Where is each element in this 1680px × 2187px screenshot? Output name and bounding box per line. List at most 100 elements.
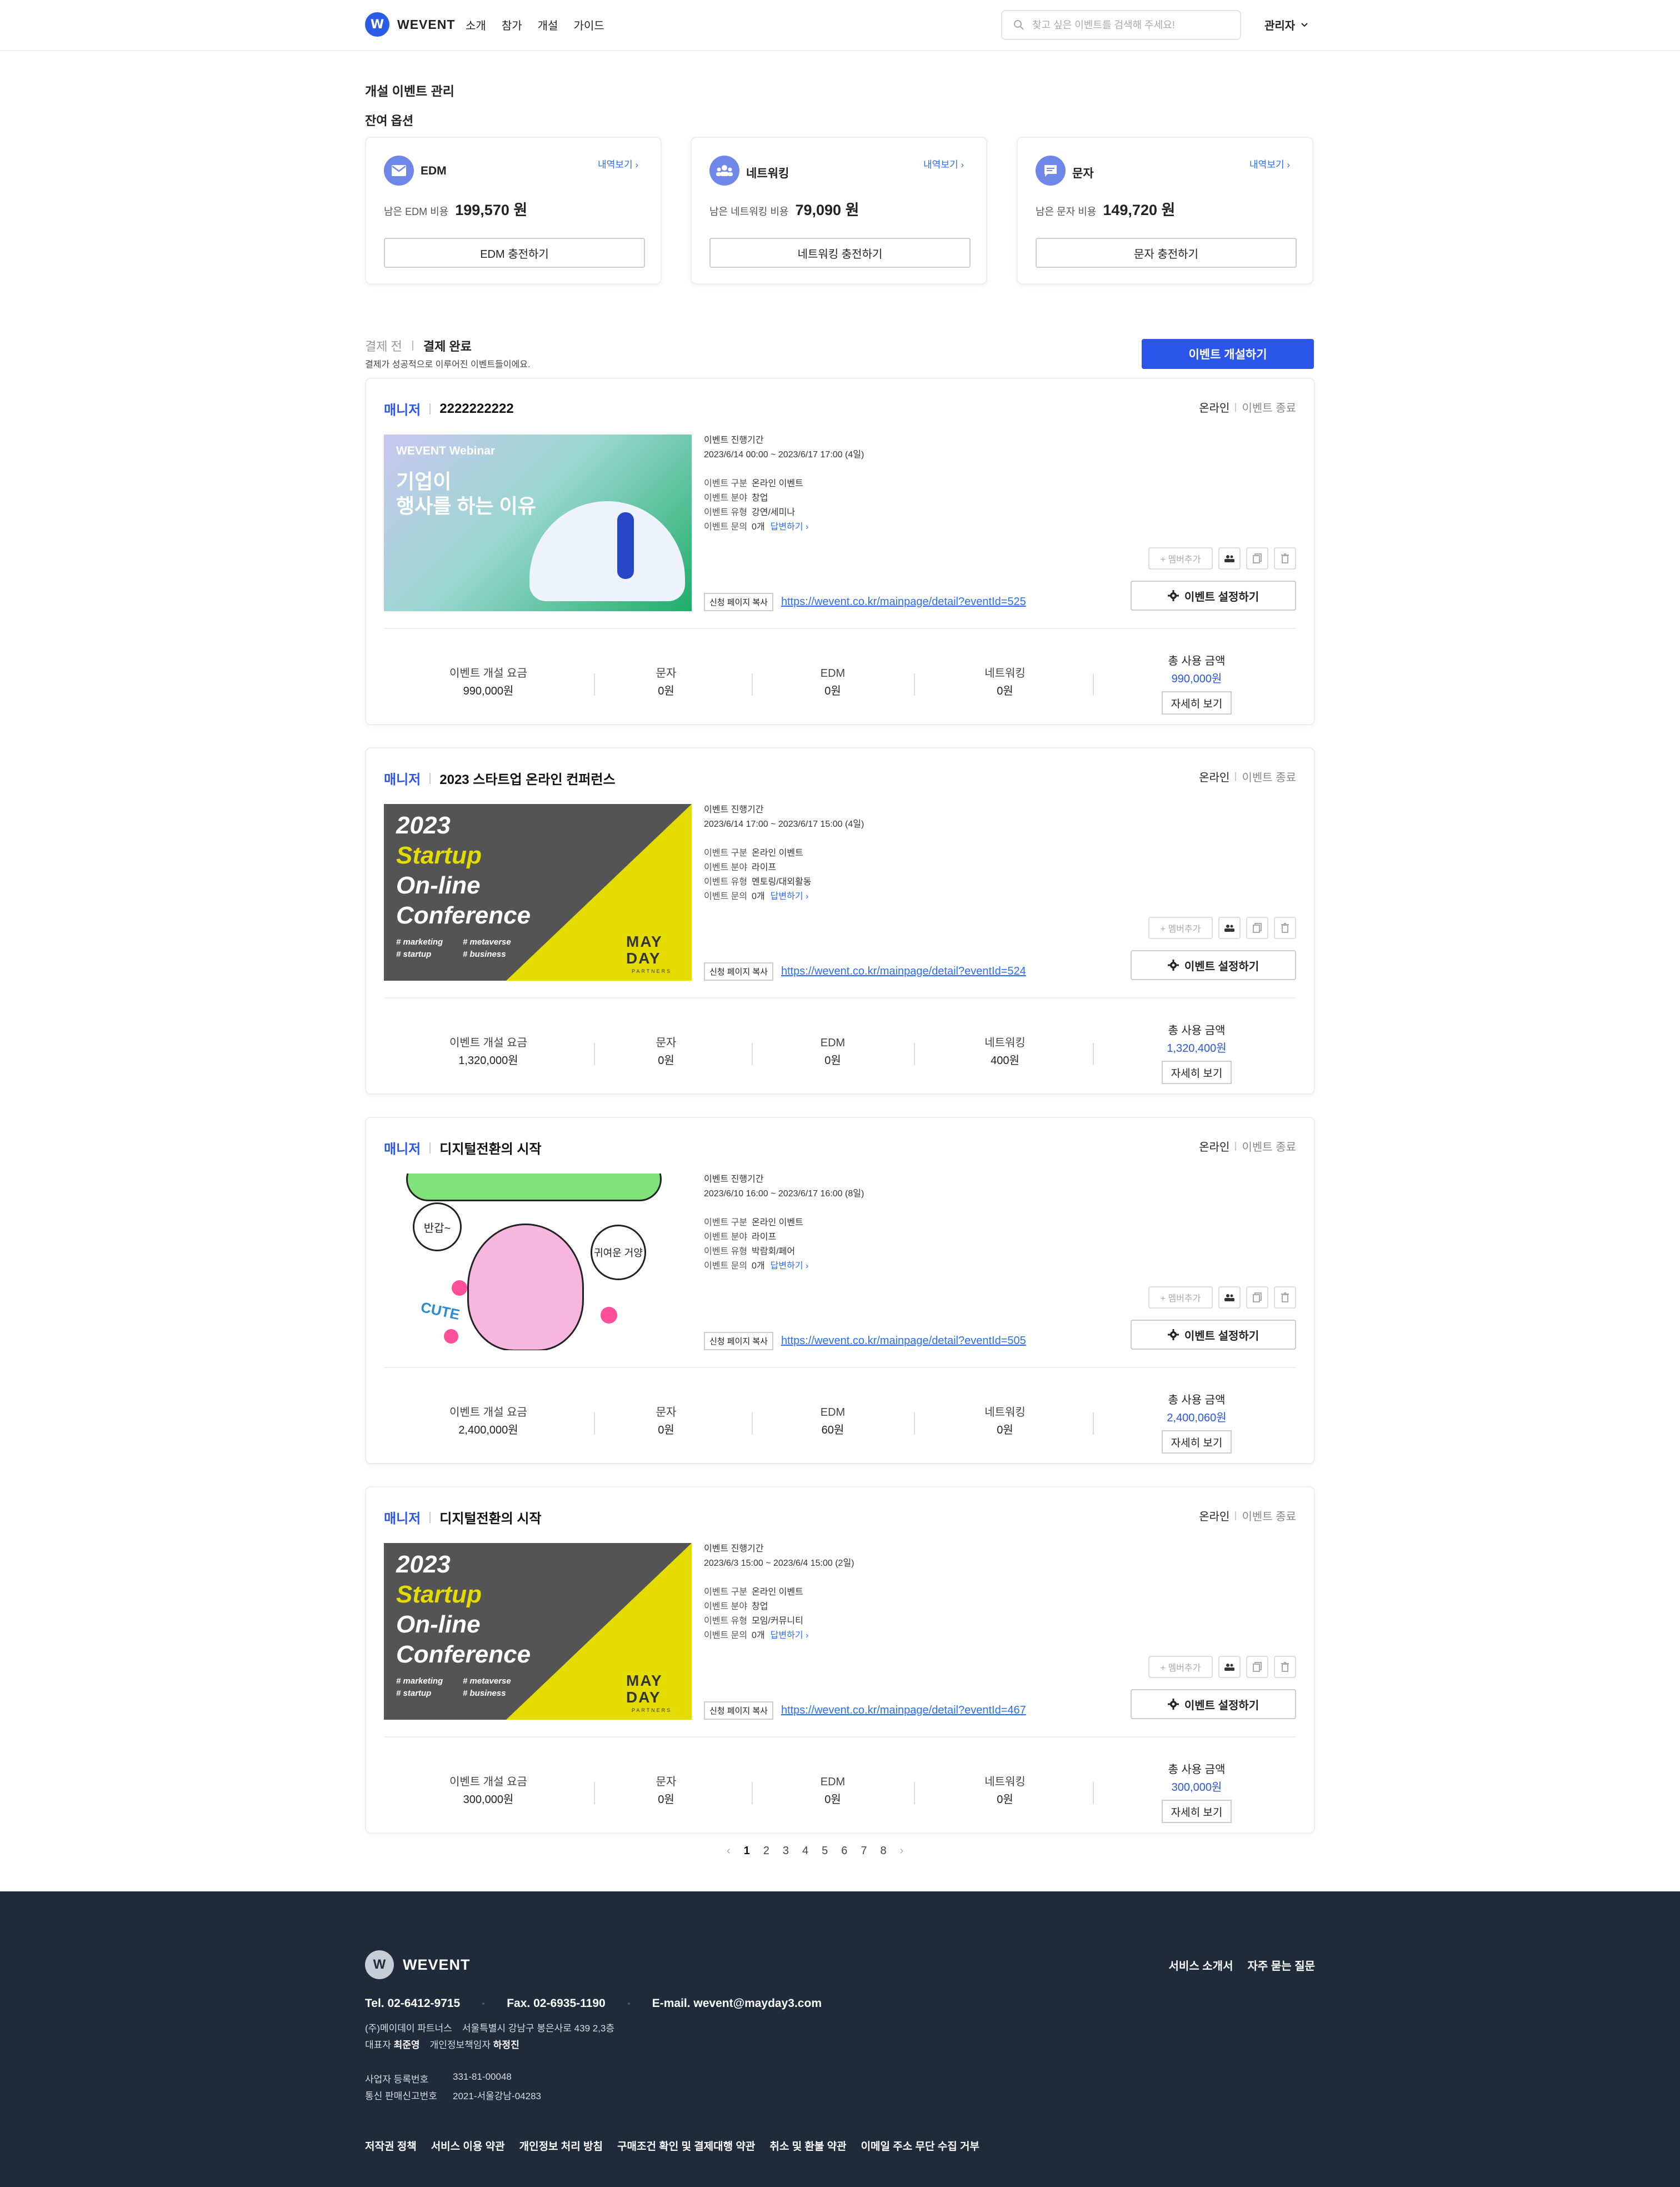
copy-link-button[interactable]: 신청 페이지 복사 bbox=[704, 593, 773, 611]
nav-item-guide[interactable]: 가이드 bbox=[573, 17, 604, 33]
copy-link-button[interactable]: 신청 페이지 복사 bbox=[704, 962, 773, 981]
gear-icon bbox=[1167, 1699, 1179, 1710]
trash-icon[interactable] bbox=[1274, 1286, 1296, 1309]
search-input[interactable] bbox=[1032, 19, 1216, 31]
page-link[interactable]: 3 bbox=[783, 1845, 789, 1858]
add-member-button[interactable]: + 멤버추가 bbox=[1148, 917, 1213, 939]
footer-link-refund[interactable]: 취소 및 환불 약관 bbox=[769, 2138, 846, 2153]
detail-button[interactable]: 자세히 보기 bbox=[1162, 691, 1232, 715]
nav-item-open[interactable]: 개설 bbox=[538, 17, 558, 33]
page-link[interactable]: 8 bbox=[881, 1845, 887, 1858]
event-title[interactable]: 2222222222 bbox=[439, 401, 513, 417]
history-link[interactable]: 내역보기 › bbox=[923, 157, 964, 171]
history-link[interactable]: 내역보기 › bbox=[598, 157, 638, 171]
event-card: 매니저 2023 스타트업 온라인 컨퍼런스 온라인 이벤트 종료 2023 S… bbox=[365, 747, 1315, 1095]
cost-sms: 문자 0원 bbox=[656, 1406, 677, 1436]
event-settings-button[interactable]: 이벤트 설정하기 bbox=[1131, 581, 1296, 611]
page-link[interactable]: 2 bbox=[763, 1845, 769, 1858]
members-icon[interactable] bbox=[1218, 1656, 1241, 1678]
footer-link-purchase-terms[interactable]: 구매조건 확인 및 결제대행 약관 bbox=[617, 2138, 755, 2153]
event-title[interactable]: 디지털전환의 시작 bbox=[439, 1507, 541, 1527]
copy-icon[interactable] bbox=[1246, 1286, 1268, 1309]
cost-networking: 네트워킹 0원 bbox=[984, 667, 1026, 697]
answer-link[interactable]: 답변하기 › bbox=[771, 522, 809, 532]
copy-icon[interactable] bbox=[1246, 917, 1268, 939]
cost-fee: 이벤트 개설 요금 2,400,000원 bbox=[449, 1406, 527, 1436]
field-value: 창업 bbox=[752, 493, 768, 503]
total-label: 총 사용 금액 bbox=[1168, 655, 1226, 667]
option-card-networking: 네트워킹 내역보기 › 남은 네트워킹 비용 79,090 원 네트워킹 충전하… bbox=[691, 137, 987, 284]
footer-logo[interactable]: W WEVENT bbox=[365, 1950, 471, 1979]
event-settings-button[interactable]: 이벤트 설정하기 bbox=[1131, 1320, 1296, 1350]
event-thumbnail[interactable]: WEVENT Webinar 기업이 행사를 하는 이유 bbox=[384, 435, 692, 611]
option-card-edm: EDM 내역보기 › 남은 EDM 비용 199,570 원 EDM 충전하기 bbox=[365, 137, 662, 284]
footer-link-service-intro[interactable]: 서비스 소개서 bbox=[1169, 1957, 1233, 1973]
message-icon bbox=[1036, 156, 1066, 186]
trash-icon[interactable] bbox=[1274, 1656, 1296, 1678]
members-icon[interactable] bbox=[1218, 917, 1241, 939]
answer-link[interactable]: 답변하기 › bbox=[771, 892, 809, 901]
event-settings-button[interactable]: 이벤트 설정하기 bbox=[1131, 1689, 1296, 1719]
tab-before-payment[interactable]: 결제 전 bbox=[365, 337, 402, 354]
event-thumbnail[interactable]: 반갑~ 귀여운 거양 CUTE bbox=[384, 1174, 692, 1350]
add-member-button[interactable]: + 멤버추가 bbox=[1148, 1656, 1213, 1678]
trash-icon[interactable] bbox=[1274, 917, 1296, 939]
page-link[interactable]: 5 bbox=[822, 1845, 828, 1858]
create-event-button[interactable]: 이벤트 개설하기 bbox=[1142, 339, 1314, 369]
event-settings-label: 이벤트 설정하기 bbox=[1184, 1699, 1259, 1712]
application-link[interactable]: https://wevent.co.kr/mainpage/detail?eve… bbox=[781, 596, 1026, 608]
gear-icon bbox=[1167, 1329, 1179, 1340]
copy-link-button[interactable]: 신청 페이지 복사 bbox=[704, 1701, 773, 1720]
copy-icon[interactable] bbox=[1246, 1656, 1268, 1678]
charge-networking-button[interactable]: 네트워킹 충전하기 bbox=[709, 238, 971, 268]
logo[interactable]: W WEVENT bbox=[365, 12, 455, 37]
footer-link-faq[interactable]: 자주 묻는 질문 bbox=[1247, 1957, 1315, 1973]
charge-edm-button[interactable]: EDM 충전하기 bbox=[384, 238, 645, 268]
footer: W WEVENT 서비스 소개서 자주 묻는 질문 Tel. 02-6412-9… bbox=[0, 1891, 1680, 2187]
members-icon[interactable] bbox=[1218, 547, 1241, 570]
page-link[interactable]: 6 bbox=[841, 1845, 847, 1858]
pagination-next[interactable]: › bbox=[900, 1845, 904, 1858]
event-title[interactable]: 2023 스타트업 온라인 컨퍼런스 bbox=[439, 768, 615, 788]
add-member-button[interactable]: + 멤버추가 bbox=[1148, 547, 1213, 570]
detail-button[interactable]: 자세히 보기 bbox=[1162, 1800, 1232, 1823]
event-settings-button[interactable]: 이벤트 설정하기 bbox=[1131, 950, 1296, 980]
footer-link-email-refusal[interactable]: 이메일 주소 무단 수집 거부 bbox=[861, 2138, 979, 2153]
page-link[interactable]: 7 bbox=[861, 1845, 867, 1858]
answer-link[interactable]: 답변하기 › bbox=[771, 1261, 809, 1271]
application-link[interactable]: https://wevent.co.kr/mainpage/detail?eve… bbox=[781, 965, 1026, 978]
event-thumbnail[interactable]: 2023 Startup On-line Conference # market… bbox=[384, 1543, 692, 1720]
tab-payment-done[interactable]: 결제 완료 bbox=[423, 337, 472, 354]
page-link[interactable]: 4 bbox=[802, 1845, 808, 1858]
nav-item-intro[interactable]: 소개 bbox=[466, 17, 486, 33]
status-divider bbox=[1235, 402, 1237, 412]
copy-link-button[interactable]: 신청 페이지 복사 bbox=[704, 1332, 773, 1350]
pagination-prev[interactable]: ‹ bbox=[727, 1845, 731, 1858]
admin-menu[interactable]: 관리자 bbox=[1264, 17, 1308, 33]
footer-biz-label: 사업자 등록번호 bbox=[365, 2074, 429, 2085]
event-costs: 이벤트 개설 요금 2,400,000원 문자 0원 EDM 60원 네트워킹 0원 총… bbox=[366, 1379, 1314, 1454]
type-value: 멘토링/대외활동 bbox=[752, 877, 812, 887]
detail-button[interactable]: 자세히 보기 bbox=[1162, 1061, 1232, 1084]
application-link[interactable]: https://wevent.co.kr/mainpage/detail?eve… bbox=[781, 1704, 1026, 1717]
add-member-button[interactable]: + 멤버추가 bbox=[1148, 1286, 1213, 1309]
charge-sms-button[interactable]: 문자 충전하기 bbox=[1036, 238, 1297, 268]
copy-icon[interactable] bbox=[1246, 547, 1268, 570]
application-link[interactable]: https://wevent.co.kr/mainpage/detail?eve… bbox=[781, 1335, 1026, 1347]
trash-icon[interactable] bbox=[1274, 547, 1296, 570]
header-divider bbox=[429, 1142, 431, 1154]
nav-item-join[interactable]: 참가 bbox=[502, 17, 522, 33]
page-link[interactable]: 1 bbox=[744, 1845, 750, 1858]
footer-link-terms[interactable]: 서비스 이용 약관 bbox=[431, 2138, 505, 2153]
event-header: 매니저 2222222222 bbox=[384, 399, 514, 418]
answer-link[interactable]: 답변하기 › bbox=[771, 1631, 809, 1640]
members-icon[interactable] bbox=[1218, 1286, 1241, 1309]
event-thumbnail[interactable]: 2023 Startup On-line Conference # market… bbox=[384, 804, 692, 981]
detail-button[interactable]: 자세히 보기 bbox=[1162, 1430, 1232, 1454]
footer-link-privacy[interactable]: 개인정보 처리 방침 bbox=[519, 2138, 603, 2153]
period-value: 2023/6/14 17:00 ~ 2023/6/17 15:00 (4일) bbox=[704, 820, 864, 829]
footer-link-copyright[interactable]: 저작권 정책 bbox=[365, 2138, 417, 2153]
event-title[interactable]: 디지털전환의 시작 bbox=[439, 1138, 541, 1157]
history-link[interactable]: 내역보기 › bbox=[1249, 157, 1290, 171]
event-state: 이벤트 종료 bbox=[1242, 402, 1296, 415]
